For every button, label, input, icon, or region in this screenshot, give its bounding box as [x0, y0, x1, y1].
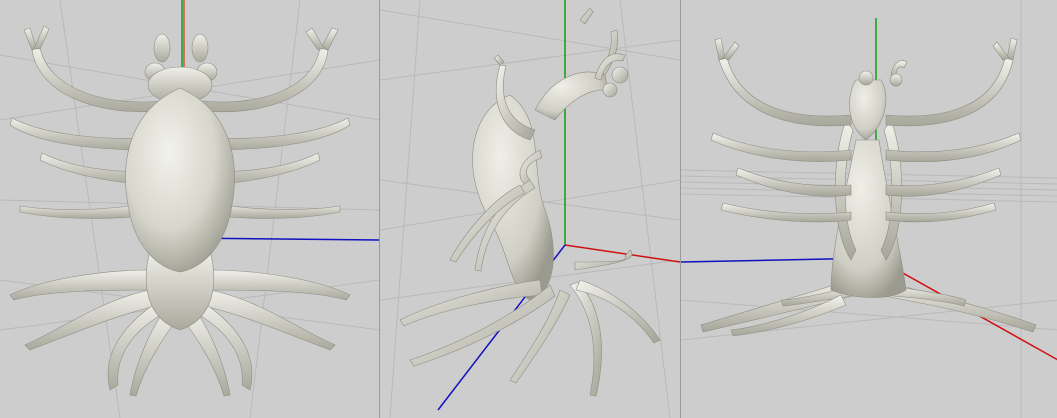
viewport-front-canvas[interactable]	[680, 0, 1057, 418]
viewport-perspective[interactable]	[380, 0, 680, 418]
viewport-top[interactable]	[0, 0, 380, 418]
viewport-perspective-canvas[interactable]	[380, 0, 680, 418]
octopus-model-icon[interactable]	[9, 25, 351, 397]
octopus-model-icon[interactable]	[399, 7, 661, 397]
viewport-front[interactable]	[680, 0, 1057, 418]
octopus-model-icon[interactable]	[700, 37, 1037, 337]
axis-x-line	[565, 244, 680, 263]
viewport-row	[0, 0, 1057, 418]
viewport-top-canvas[interactable]	[0, 0, 380, 418]
